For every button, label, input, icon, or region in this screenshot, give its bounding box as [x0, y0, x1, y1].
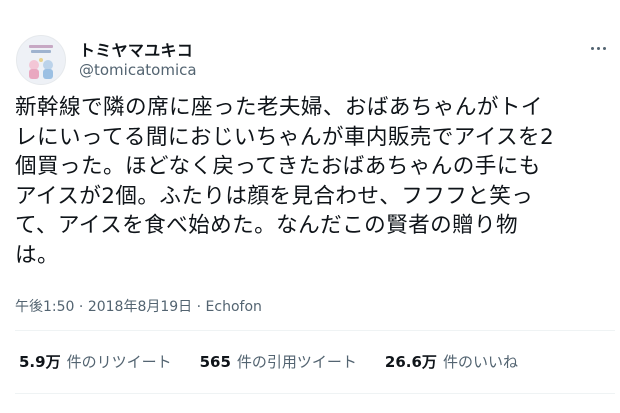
quotes-count: 565: [199, 353, 231, 371]
divider: [15, 330, 615, 331]
likes-stat[interactable]: 26.6万 件のいいね: [385, 351, 518, 372]
retweets-stat[interactable]: 5.9万 件のリツイート: [19, 351, 172, 372]
tweet-metadata: 午後1:50 · 2018年8月19日 · Echofon: [15, 296, 262, 316]
likes-count: 26.6万: [384, 353, 437, 371]
tweet-date[interactable]: 2018年8月19日: [88, 296, 192, 316]
meta-separator: ·: [192, 299, 206, 315]
divider: [15, 393, 615, 394]
tweet-source[interactable]: Echofon: [206, 299, 262, 315]
tweet-card: トミヤマユキコ @tomicatomica 新幹線で隣の席に座った老夫婦、おばあ…: [0, 0, 620, 413]
quotes-stat[interactable]: 565 件の引用ツイート: [200, 351, 357, 372]
tweet-text: 新幹線で隣の席に座った老夫婦、おばあちゃんがトイ レにいってる間におじいちゃんが…: [15, 95, 555, 268]
retweets-count: 5.9万: [19, 353, 61, 371]
tweet-time[interactable]: 午後1:50: [15, 296, 74, 316]
likes-label: 件のいいね: [442, 353, 518, 371]
retweets-label: 件のリツイート: [66, 353, 172, 371]
avatar-image: [17, 36, 65, 84]
avatar[interactable]: [16, 35, 66, 85]
user-handle[interactable]: @tomicatomica: [79, 61, 197, 79]
quotes-label: 件の引用ツイート: [236, 353, 357, 371]
engagement-stats: 5.9万 件のリツイート 565 件の引用ツイート 26.6万 件のいいね: [19, 351, 546, 372]
display-name[interactable]: トミヤマユキコ: [79, 37, 193, 61]
more-horizontal-icon: [589, 46, 607, 50]
meta-separator: ·: [74, 299, 88, 315]
more-options-button[interactable]: [585, 38, 611, 58]
